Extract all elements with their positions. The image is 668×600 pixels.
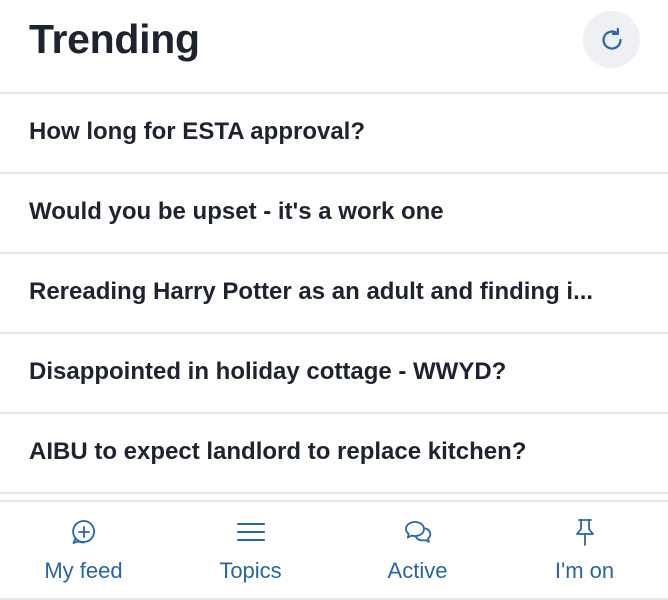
thread-title: Would you be upset - it's a work one [29,198,444,225]
refresh-icon [597,25,627,55]
menu-icon [235,516,267,548]
tab-active[interactable]: Active [334,502,501,600]
thread-list: How long for ESTA approval? Would you be… [0,94,668,494]
thread-title: AIBU to expect landlord to replace kitch… [29,438,527,465]
chat-bubbles-icon [402,516,434,548]
page-title: Trending [29,16,200,62]
thread-title: Disappointed in holiday cottage - WWYD? [29,358,507,385]
tab-topics[interactable]: Topics [167,502,334,600]
header: Trending [0,0,668,94]
tab-im-on[interactable]: I'm on [501,502,668,600]
tab-my-feed[interactable]: My feed [0,502,167,600]
trending-screen: Trending How long for ESTA approval? Wou… [0,0,668,600]
tab-label: I'm on [554,558,615,583]
thread-row[interactable]: AIBU to expect landlord to replace kitch… [0,414,668,494]
thread-row[interactable]: Would you be upset - it's a work one [0,174,668,254]
thread-title: How long for ESTA approval? [29,118,365,145]
chat-plus-icon [68,516,100,548]
thread-row[interactable]: Rereading Harry Potter as an adult and f… [0,254,668,334]
thread-row[interactable]: Disappointed in holiday cottage - WWYD? [0,334,668,414]
thread-title: Rereading Harry Potter as an adult and f… [29,278,594,305]
pin-icon [569,516,601,548]
refresh-button[interactable] [583,11,640,68]
tab-label: Topics [219,558,282,583]
tab-label: Active [387,558,448,583]
tab-label: My feed [44,558,123,583]
thread-row[interactable]: How long for ESTA approval? [0,94,668,174]
bottom-tab-bar: My feed Topics Active I'm on [0,500,668,600]
